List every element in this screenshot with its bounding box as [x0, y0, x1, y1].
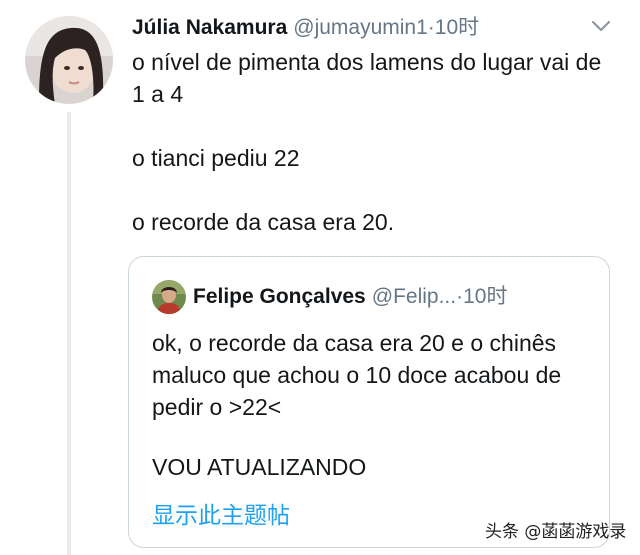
- author-handle[interactable]: @jumayumin1: [293, 16, 428, 39]
- author-name[interactable]: Júlia Nakamura: [132, 16, 287, 39]
- quoted-tweet-line: VOU ATUALIZANDO: [152, 454, 367, 480]
- avatar-photo-icon: [25, 16, 113, 104]
- separator-dot: ·: [427, 16, 435, 39]
- quoted-tweet-card[interactable]: Felipe Gonçalves @Felip...·10时 ok, o reco…: [128, 256, 610, 548]
- watermark: 头条 @菡菡游戏录: [485, 522, 627, 542]
- quoted-author-name: Felipe Gonçalves: [193, 285, 366, 308]
- quoted-tweet-timestamp: 10时: [463, 285, 508, 308]
- tweet-line: o nível de pimenta dos lamens do lugar v…: [132, 49, 602, 107]
- tweet-line: o recorde da casa era 20.: [132, 209, 395, 235]
- quoted-tweet-line: ok, o recorde da casa era 20 e o chinês …: [152, 330, 562, 420]
- tweet-line: o tianci pediu 22: [132, 145, 300, 171]
- tweet-text: o nível de pimenta dos lamens do lugar v…: [132, 46, 612, 238]
- quoted-tweet-header: Felipe Gonçalves @Felip...·10时: [193, 282, 507, 312]
- show-thread-link[interactable]: 显示此主题帖: [152, 500, 290, 532]
- chevron-down-icon[interactable]: [590, 18, 612, 34]
- avatar-photo-icon: [152, 280, 186, 314]
- quoted-tweet-text: ok, o recorde da casa era 20 e o chinês …: [152, 327, 592, 483]
- tweet-header: Júlia Nakamura @jumayumin1·10时: [132, 12, 479, 44]
- quoted-author-handle: @Felip...: [371, 285, 457, 308]
- author-avatar[interactable]: [25, 16, 113, 104]
- thread-line: [67, 112, 71, 555]
- quoted-author-avatar: [152, 280, 186, 314]
- tweet-timestamp[interactable]: 10时: [435, 16, 479, 39]
